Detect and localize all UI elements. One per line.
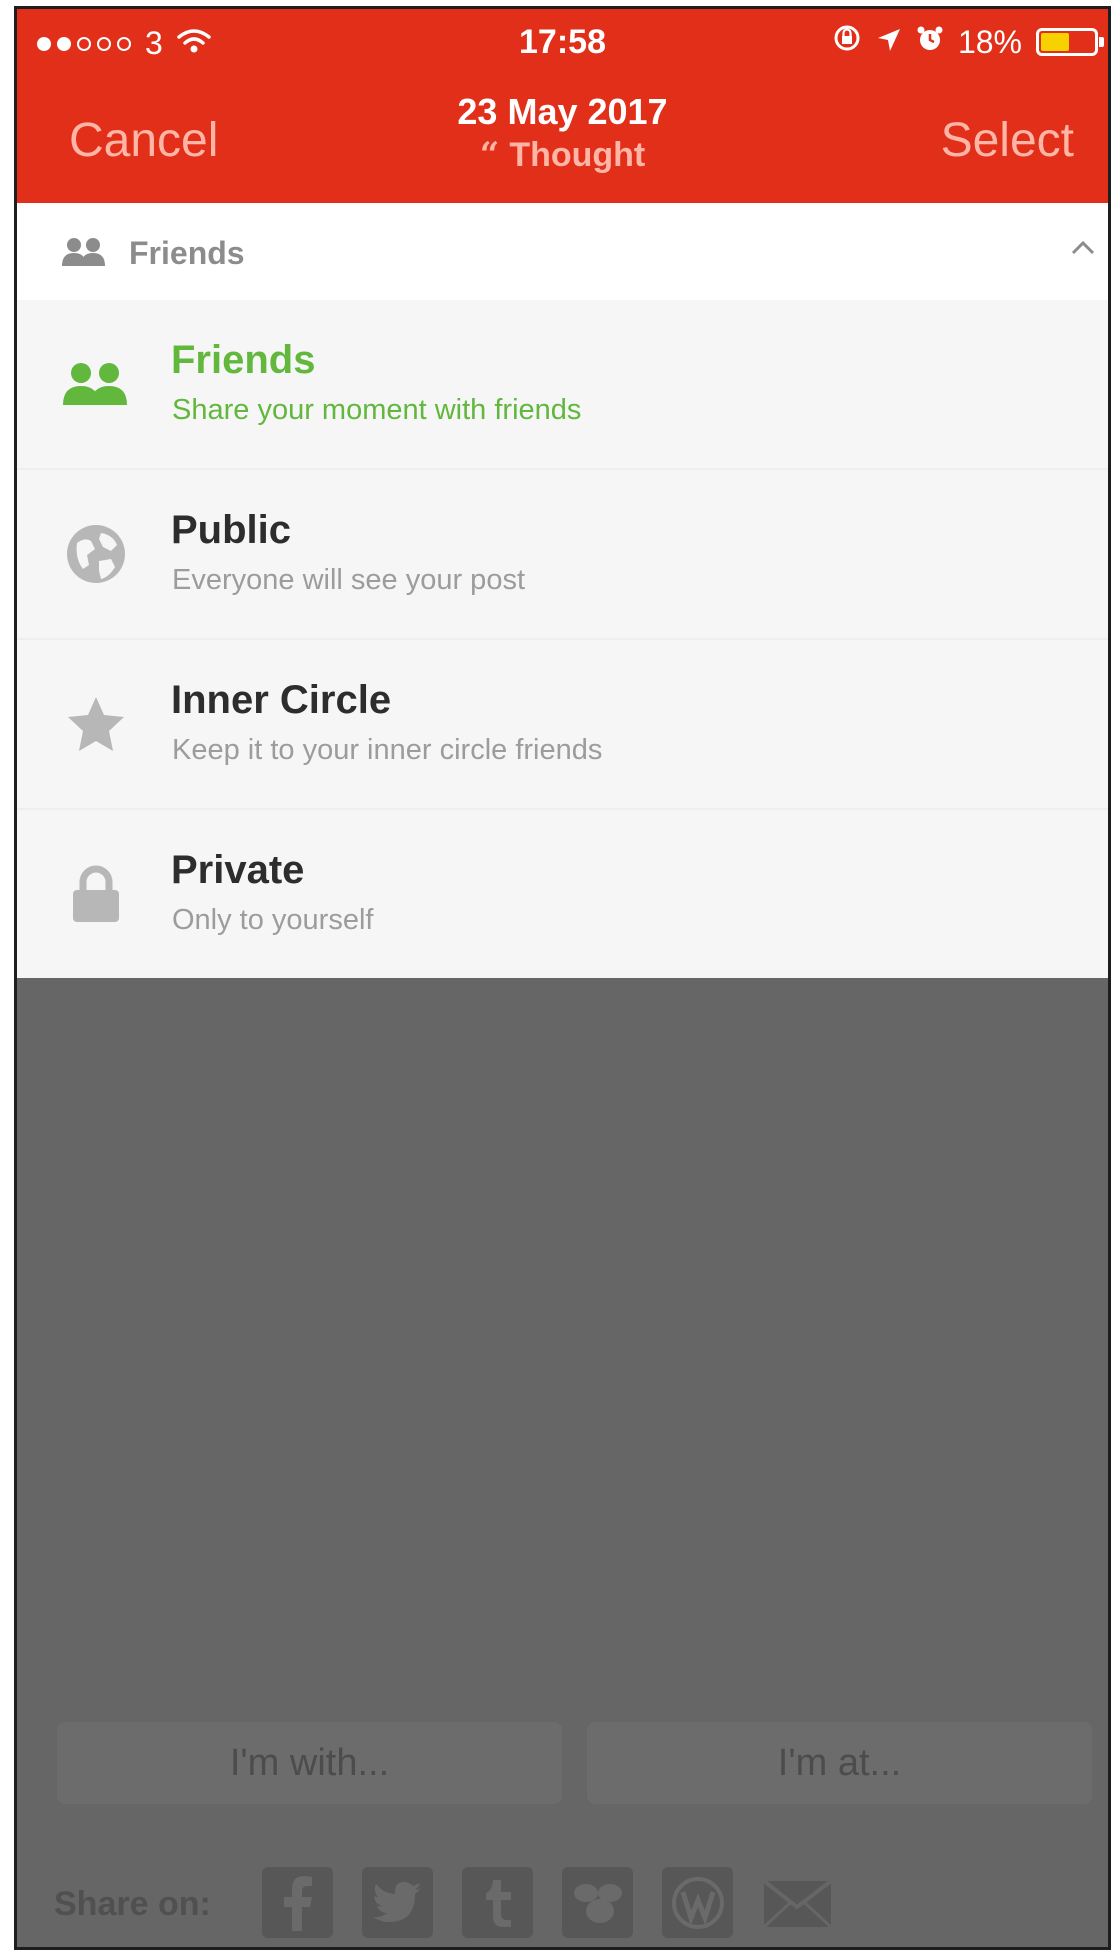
lock-icon [61, 864, 131, 924]
facebook-icon[interactable] [262, 1867, 333, 1938]
im-with-button[interactable]: I'm with... [57, 1722, 562, 1804]
tumblr-icon[interactable] [462, 1867, 533, 1938]
rotation-lock-icon [832, 23, 862, 61]
status-icons: 18% [832, 23, 1104, 61]
chevron-up-icon[interactable] [1068, 233, 1098, 268]
battery-icon [1036, 28, 1104, 56]
select-button[interactable]: Select [941, 113, 1074, 168]
option-friends[interactable]: Friends Share your moment with friends [17, 300, 1108, 470]
option-description: Share your moment with friends [172, 394, 582, 426]
battery-nub [1099, 37, 1104, 47]
quote-icon: “ [479, 135, 500, 175]
option-description: Keep it to your inner circle friends [172, 734, 603, 766]
two-users-icon [61, 361, 131, 407]
option-title: Inner Circle [171, 678, 392, 722]
alarm-icon [916, 24, 944, 61]
header-bar: 3 17:58 18% Cancel 23 May 2017 “ Thought… [17, 9, 1108, 203]
two-users-icon [61, 237, 107, 272]
option-private[interactable]: Private Only to yourself [17, 810, 1108, 978]
option-description: Everyone will see your post [172, 564, 525, 596]
star-icon [61, 694, 131, 754]
option-title: Friends [171, 338, 316, 382]
email-icon[interactable] [762, 1867, 833, 1938]
privacy-options-list: Friends Share your moment with friends P… [17, 300, 1108, 978]
app-screen: 3 17:58 18% Cancel 23 May 2017 “ Thought… [14, 6, 1111, 1950]
location-arrow-icon [876, 24, 902, 61]
im-at-button[interactable]: I'm at... [587, 1722, 1092, 1804]
option-public[interactable]: Public Everyone will see your post [17, 470, 1108, 640]
option-inner-circle[interactable]: Inner Circle Keep it to your inner circl… [17, 640, 1108, 810]
privacy-dropdown-header[interactable]: Friends [17, 203, 1108, 300]
option-title: Private [171, 848, 305, 892]
share-on-label: Share on: [54, 1885, 211, 1923]
status-bar: 3 17:58 18% [17, 9, 1108, 79]
post-type-label: Thought [509, 136, 646, 174]
wordpress-icon[interactable] [662, 1867, 733, 1938]
share-services [262, 1867, 833, 1938]
option-description: Only to yourself [172, 904, 374, 936]
dropdown-current-label: Friends [129, 235, 245, 271]
swarm-icon[interactable] [562, 1867, 633, 1938]
twitter-icon[interactable] [362, 1867, 433, 1938]
option-title: Public [171, 508, 292, 552]
battery-percent: 18% [957, 23, 1022, 60]
globe-icon [61, 523, 131, 585]
battery-level [1041, 33, 1069, 51]
